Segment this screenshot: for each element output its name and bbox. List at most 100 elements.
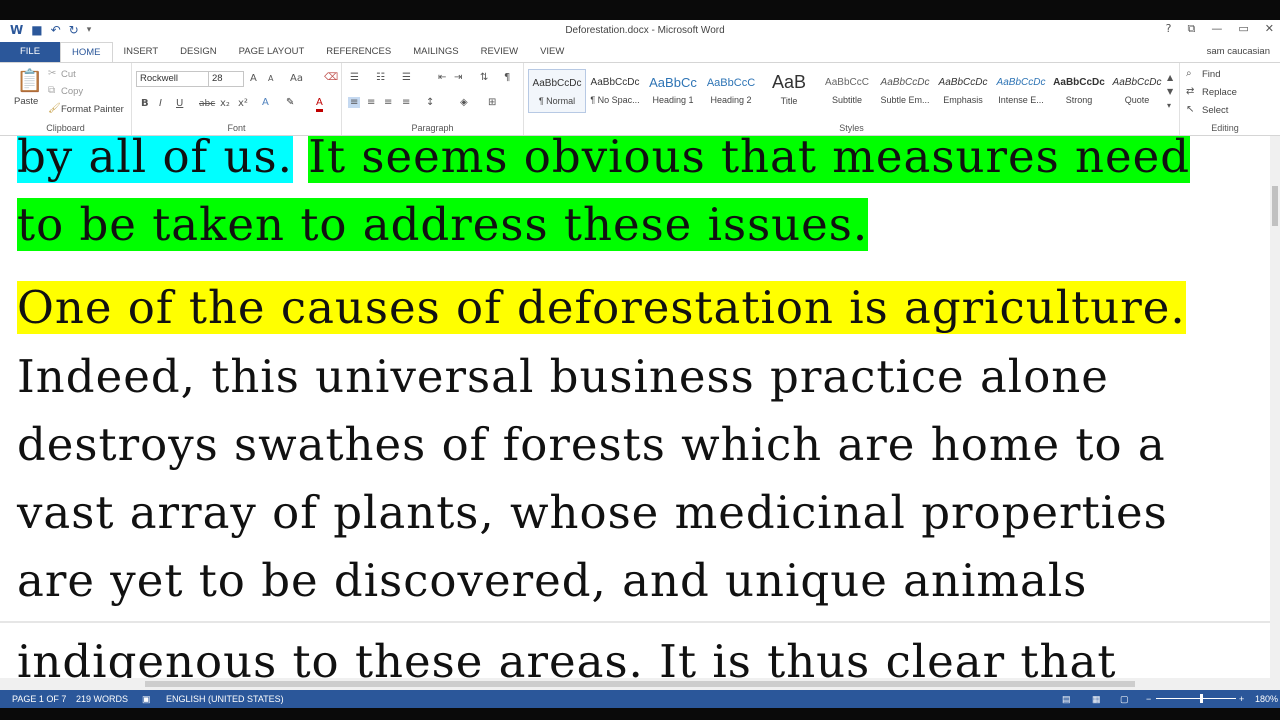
- ribbon-display-options-icon[interactable]: ⧉: [1188, 22, 1196, 36]
- decrease-indent-icon[interactable]: ⇤: [438, 72, 446, 83]
- style-emphasis[interactable]: AaBbCcDc Emphasis: [934, 69, 992, 113]
- cut-button[interactable]: Cut: [61, 69, 76, 80]
- tab-file[interactable]: FILE: [0, 42, 60, 62]
- tab-view[interactable]: VIEW: [529, 42, 575, 62]
- bullets-icon[interactable]: ☰: [350, 72, 359, 83]
- bottom-black-bar: [0, 708, 1280, 720]
- language-indicator[interactable]: ENGLISH (UNITED STATES): [166, 694, 284, 704]
- highlighted-text-green[interactable]: It seems obvious that measures need: [308, 136, 1191, 183]
- line-spacing-icon[interactable]: ↕: [426, 97, 434, 108]
- style-subtle-emphasis[interactable]: AaBbCcDc Subtle Em...: [876, 69, 934, 113]
- highlighted-text-cyan[interactable]: by all of us.: [17, 136, 293, 183]
- numbering-icon[interactable]: ☷: [376, 72, 385, 83]
- word-window: W ■ ↶ ↻ ▾ Deforestation.docx - Microsoft…: [0, 0, 1280, 720]
- style-intense-emphasis[interactable]: AaBbCcDc Intense E...: [992, 69, 1050, 113]
- change-case-button[interactable]: Aa: [290, 73, 303, 84]
- vertical-scroll-thumb[interactable]: [1272, 186, 1278, 226]
- highlight-color-icon[interactable]: ✎: [286, 97, 294, 108]
- document-line[interactable]: Indeed, this universal business practice…: [17, 345, 1109, 409]
- tab-design[interactable]: DESIGN: [169, 42, 227, 62]
- tab-home[interactable]: HOME: [60, 42, 113, 62]
- word-count[interactable]: 219 WORDS: [76, 694, 128, 704]
- style-normal[interactable]: AaBbCcDc ¶ Normal: [528, 69, 586, 113]
- tab-page-layout[interactable]: PAGE LAYOUT: [228, 42, 316, 62]
- text-effects-icon[interactable]: A: [262, 97, 269, 108]
- justify-icon[interactable]: ≡: [402, 97, 410, 108]
- zoom-slider[interactable]: [1156, 698, 1236, 699]
- tab-references[interactable]: REFERENCES: [315, 42, 402, 62]
- copy-button[interactable]: Copy: [61, 86, 83, 97]
- tab-insert[interactable]: INSERT: [113, 42, 170, 62]
- horizontal-scrollbar[interactable]: [0, 678, 1270, 690]
- replace-button[interactable]: Replace: [1202, 87, 1237, 98]
- document-line[interactable]: One of the causes of deforestation is ag…: [17, 276, 1186, 340]
- styles-scroll-icon[interactable]: ▲ ▼ ▾: [1167, 71, 1173, 113]
- zoom-slider-thumb[interactable]: [1200, 694, 1203, 703]
- zoom-level[interactable]: 180%: [1255, 694, 1278, 704]
- shrink-font-button[interactable]: A: [268, 74, 273, 83]
- style-title[interactable]: AaB Title: [760, 69, 818, 113]
- italic-button[interactable]: I: [159, 98, 162, 109]
- horizontal-scroll-thumb[interactable]: [145, 681, 1135, 687]
- borders-icon[interactable]: ⊞: [488, 97, 496, 108]
- zoom-out-icon[interactable]: −: [1146, 694, 1151, 704]
- style-quote[interactable]: AaBbCcDc Quote: [1108, 69, 1166, 113]
- style-heading-2[interactable]: AaBbCcC Heading 2: [702, 69, 760, 113]
- style-strong[interactable]: AaBbCcDc Strong: [1050, 69, 1108, 113]
- style-no-spacing[interactable]: AaBbCcDc ¶ No Spac...: [586, 69, 644, 113]
- document-line[interactable]: to be taken to address these issues.: [17, 193, 869, 257]
- document-line[interactable]: vast array of plants, whose medicinal pr…: [17, 481, 1168, 545]
- font-size-select[interactable]: 28: [208, 71, 244, 87]
- proofing-icon[interactable]: ▣: [142, 694, 151, 705]
- zoom-in-icon[interactable]: +: [1239, 694, 1244, 704]
- document-line[interactable]: destroys swathes of forests which are ho…: [17, 413, 1166, 477]
- minimize-button[interactable]: —: [1211, 22, 1222, 36]
- shading-icon[interactable]: ◈: [460, 97, 468, 108]
- vertical-scrollbar[interactable]: [1270, 136, 1280, 690]
- page-indicator[interactable]: PAGE 1 OF 7: [12, 694, 66, 704]
- style-heading-1[interactable]: AaBbCc Heading 1: [644, 69, 702, 113]
- styles-group: AaBbCcDc ¶ Normal AaBbCcDc ¶ No Spac... …: [524, 63, 1180, 135]
- underline-button[interactable]: U: [176, 98, 183, 109]
- strikethrough-button[interactable]: abc: [199, 99, 215, 109]
- close-button[interactable]: ✕: [1265, 22, 1274, 36]
- grow-font-button[interactable]: A: [250, 73, 257, 84]
- document-canvas[interactable]: by all of us. It seems obvious that meas…: [0, 136, 1270, 690]
- font-color-button[interactable]: A: [316, 97, 323, 112]
- select-icon: ↖: [1186, 104, 1195, 115]
- highlighted-text-green[interactable]: to be taken to address these issues.: [17, 198, 869, 251]
- find-button[interactable]: Find: [1202, 69, 1220, 80]
- tab-mailings[interactable]: MAILINGS: [402, 42, 469, 62]
- web-layout-icon[interactable]: ▢: [1120, 694, 1129, 705]
- multilevel-list-icon[interactable]: ☰: [402, 72, 411, 83]
- superscript-button[interactable]: x²: [238, 98, 248, 109]
- sort-icon[interactable]: ⇅: [480, 72, 488, 83]
- align-left-icon[interactable]: ≡: [348, 97, 361, 108]
- align-center-icon[interactable]: ≡: [367, 97, 375, 108]
- title-bar: W ■ ↶ ↻ ▾ Deforestation.docx - Microsoft…: [0, 20, 1280, 42]
- style-subtitle[interactable]: AaBbCcC Subtitle: [818, 69, 876, 113]
- show-marks-button[interactable]: ¶: [504, 72, 510, 83]
- clear-formatting-icon[interactable]: ⌫: [324, 72, 338, 83]
- ribbon-tabs: FILE HOME INSERT DESIGN PAGE LAYOUT REFE…: [0, 42, 1280, 62]
- align-right-icon[interactable]: ≡: [384, 97, 392, 108]
- format-painter-button[interactable]: Format Painter: [61, 104, 124, 115]
- document-line[interactable]: are yet to be discovered, and unique ani…: [17, 549, 1087, 613]
- highlighted-text-yellow[interactable]: One of the causes of deforestation is ag…: [17, 281, 1186, 334]
- status-bar: PAGE 1 OF 7 219 WORDS ▣ ENGLISH (UNITED …: [0, 690, 1280, 708]
- paste-button[interactable]: Paste: [14, 96, 38, 107]
- bold-button[interactable]: B: [141, 98, 149, 109]
- user-account[interactable]: sam caucasian: [1207, 46, 1270, 57]
- read-mode-icon[interactable]: ▤: [1062, 694, 1071, 705]
- subscript-button[interactable]: x₂: [220, 98, 230, 109]
- increase-indent-icon[interactable]: ⇥: [454, 72, 462, 83]
- restore-button[interactable]: ▭: [1238, 22, 1248, 36]
- font-family-select[interactable]: Rockwell: [136, 71, 210, 87]
- font-group-label: Font: [227, 123, 246, 133]
- print-layout-icon[interactable]: ▦: [1092, 694, 1101, 705]
- select-button[interactable]: Select: [1202, 105, 1228, 116]
- tab-review[interactable]: REVIEW: [470, 42, 529, 62]
- help-button[interactable]: ?: [1166, 22, 1172, 36]
- paste-icon[interactable]: 📋: [16, 69, 43, 94]
- document-line[interactable]: by all of us. It seems obvious that meas…: [17, 136, 1191, 189]
